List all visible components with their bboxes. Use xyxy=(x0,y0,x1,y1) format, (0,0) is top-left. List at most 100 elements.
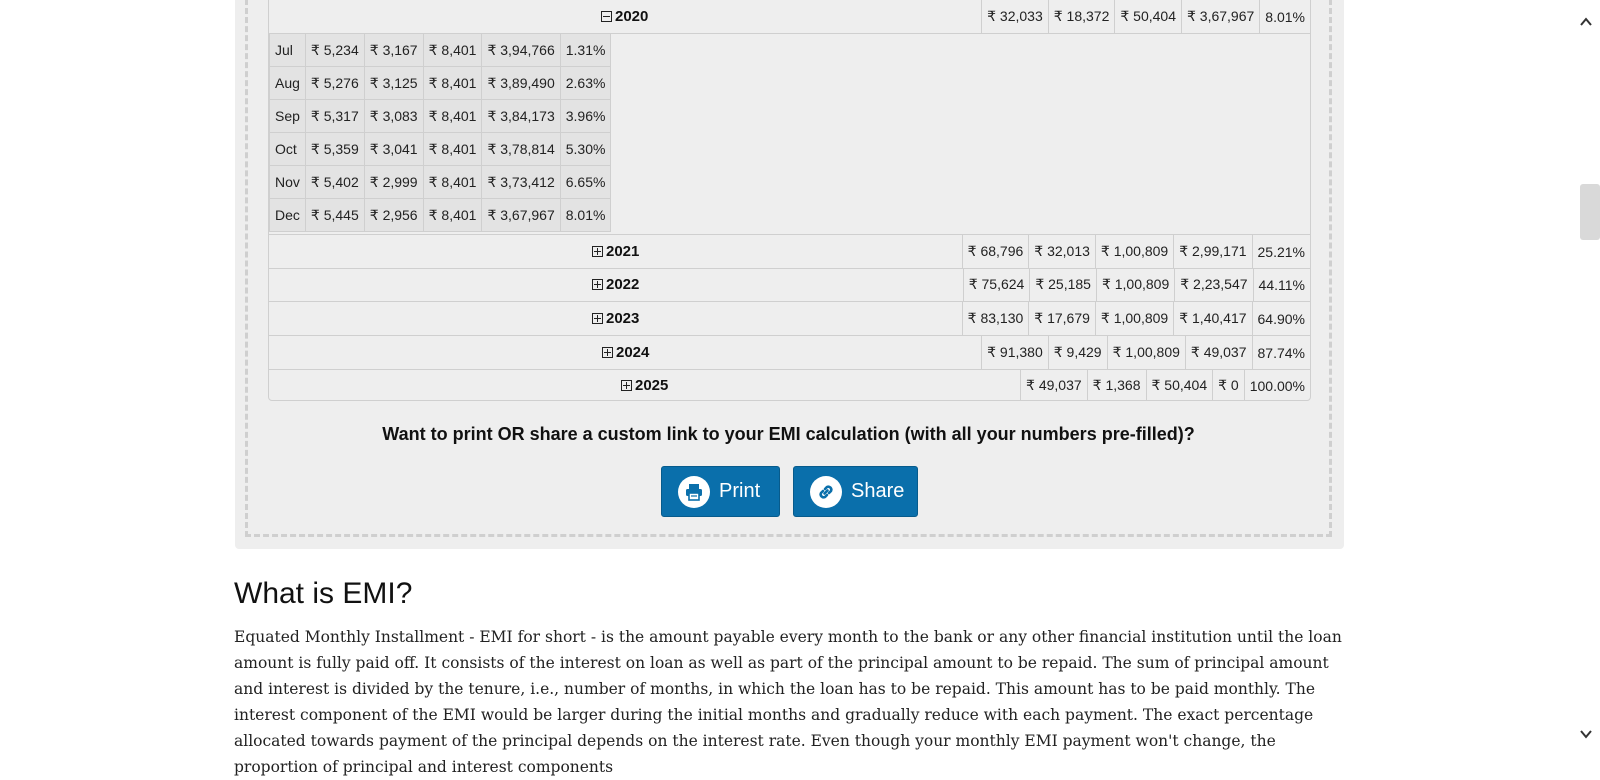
year-loan-paid: 87.74% xyxy=(1251,336,1310,369)
year-total-payment: ₹ 1,00,809 xyxy=(1094,302,1173,335)
year-loan-paid: 44.11% xyxy=(1252,268,1310,301)
month-principal: ₹ 5,402 xyxy=(304,165,365,199)
month-paid: 5.30% xyxy=(559,132,612,166)
month-paid: 1.31% xyxy=(559,33,612,67)
month-balance: ₹ 3,67,967 xyxy=(481,198,561,232)
year-row-2022: 2022 ₹ 75,624 ₹ 25,185 ₹ 1,00,809 ₹ 2,23… xyxy=(269,268,1310,302)
year-summary-cells: ₹ 68,796 ₹ 32,013 ₹ 1,00,809 ₹ 2,99,171 … xyxy=(961,235,1310,268)
expand-icon[interactable] xyxy=(592,313,603,324)
year-total-payment: ₹ 1,00,809 xyxy=(1095,268,1174,301)
year-total-payment: ₹ 1,00,809 xyxy=(1094,235,1173,268)
year-interest: ₹ 18,372 xyxy=(1047,0,1115,33)
year-total-payment: ₹ 50,404 xyxy=(1145,370,1213,401)
year-balance: ₹ 0 xyxy=(1212,370,1244,401)
month-interest: ₹ 3,125 xyxy=(363,66,424,100)
year-principal: ₹ 83,130 xyxy=(961,302,1029,335)
print-label: Print xyxy=(719,480,761,502)
table-row: Sep ₹ 5,317 ₹ 3,083 ₹ 8,401 ₹ 3,84,173 3… xyxy=(269,99,612,133)
month-balance: ₹ 3,73,412 xyxy=(481,165,561,199)
month-total: ₹ 8,401 xyxy=(422,165,483,199)
year-balance: ₹ 2,99,171 xyxy=(1173,235,1251,268)
share-prompt: Want to print OR share a custom link to … xyxy=(382,424,1195,444)
month-total: ₹ 8,401 xyxy=(422,99,483,133)
month-total: ₹ 8,401 xyxy=(422,33,483,67)
year-label: 2023 xyxy=(606,310,640,327)
expand-icon[interactable] xyxy=(602,347,613,358)
year-loan-paid: 100.00% xyxy=(1243,370,1310,401)
month-cell: Aug xyxy=(269,66,306,100)
year-label: 2022 xyxy=(606,276,640,293)
article-heading: What is EMI? xyxy=(234,577,413,610)
month-interest: ₹ 3,167 xyxy=(363,33,424,67)
vertical-scrollbar[interactable] xyxy=(1572,0,1600,754)
table-row: Jul ₹ 5,234 ₹ 3,167 ₹ 8,401 ₹ 3,94,766 1… xyxy=(269,33,612,67)
month-principal: ₹ 5,445 xyxy=(304,198,365,232)
month-cell: Nov xyxy=(269,165,306,199)
year-label: 2021 xyxy=(606,243,640,260)
month-balance: ₹ 3,78,814 xyxy=(481,132,561,166)
year-summary-cells: ₹ 91,380 ₹ 9,429 ₹ 1,00,809 ₹ 49,037 87.… xyxy=(981,336,1310,369)
monthly-breakdown-table: Jul ₹ 5,234 ₹ 3,167 ₹ 8,401 ₹ 3,94,766 1… xyxy=(269,33,612,232)
year-row-2025: 2025 ₹ 49,037 ₹ 1,368 ₹ 50,404 ₹ 0 100.0… xyxy=(269,370,1310,401)
expand-icon[interactable] xyxy=(592,246,603,257)
month-cell: Oct xyxy=(269,132,306,166)
month-principal: ₹ 5,234 xyxy=(304,33,365,67)
year-toggle-2023[interactable]: 2023 xyxy=(592,302,639,335)
year-balance: ₹ 49,037 xyxy=(1184,336,1252,369)
printer-icon xyxy=(678,475,710,508)
year-toggle-2025[interactable]: 2025 xyxy=(621,370,668,401)
year-balance: ₹ 2,23,547 xyxy=(1174,268,1252,301)
month-paid: 8.01% xyxy=(559,198,612,232)
year-interest: ₹ 32,013 xyxy=(1028,235,1095,268)
year-loan-paid: 25.21% xyxy=(1251,235,1310,268)
expand-icon[interactable] xyxy=(592,279,603,290)
month-balance: ₹ 3,84,173 xyxy=(481,99,561,133)
month-interest: ₹ 3,083 xyxy=(363,99,424,133)
scroll-up-icon[interactable] xyxy=(1579,14,1593,28)
year-toggle-2024[interactable]: 2024 xyxy=(602,336,649,369)
article-paragraph: Equated Monthly Installment - EMI for sh… xyxy=(234,628,1342,776)
table-row: Dec ₹ 5,445 ₹ 2,956 ₹ 8,401 ₹ 3,67,967 8… xyxy=(269,198,612,232)
month-interest: ₹ 2,956 xyxy=(363,198,424,232)
year-balance: ₹ 3,67,967 xyxy=(1181,0,1259,33)
year-interest: ₹ 9,429 xyxy=(1047,336,1107,369)
month-interest: ₹ 3,041 xyxy=(363,132,424,166)
month-cell: Sep xyxy=(269,99,306,133)
month-total: ₹ 8,401 xyxy=(422,66,483,100)
month-principal: ₹ 5,276 xyxy=(304,66,365,100)
year-row-2021: 2021 ₹ 68,796 ₹ 32,013 ₹ 1,00,809 ₹ 2,99… xyxy=(269,234,1310,269)
month-principal: ₹ 5,359 xyxy=(304,132,365,166)
month-paid: 6.65% xyxy=(559,165,612,199)
month-cell: Jul xyxy=(269,33,306,67)
year-total-payment: ₹ 50,404 xyxy=(1114,0,1181,33)
scroll-down-icon[interactable] xyxy=(1579,726,1593,740)
year-row-2023: 2023 ₹ 83,130 ₹ 17,679 ₹ 1,00,809 ₹ 1,40… xyxy=(269,302,1310,336)
year-loan-paid: 64.90% xyxy=(1251,302,1310,335)
year-loan-paid: 8.01% xyxy=(1259,0,1310,33)
year-interest: ₹ 25,185 xyxy=(1029,268,1096,301)
year-row-2020: 2020 ₹ 32,033 ₹ 18,372 ₹ 50,404 ₹ 3,67,9… xyxy=(269,0,1310,34)
expand-icon[interactable] xyxy=(621,380,632,391)
year-principal: ₹ 75,624 xyxy=(962,268,1030,301)
month-principal: ₹ 5,317 xyxy=(304,99,365,133)
year-principal: ₹ 49,037 xyxy=(1020,370,1087,401)
year-principal: ₹ 68,796 xyxy=(961,235,1029,268)
month-cell: Dec xyxy=(269,198,306,232)
month-total: ₹ 8,401 xyxy=(422,132,483,166)
year-label: 2020 xyxy=(615,8,649,25)
share-button[interactable]: Share xyxy=(793,466,918,517)
month-paid: 2.63% xyxy=(559,66,612,100)
collapse-icon[interactable] xyxy=(601,11,612,22)
year-summary-cells: ₹ 75,624 ₹ 25,185 ₹ 1,00,809 ₹ 2,23,547 … xyxy=(962,268,1310,301)
month-total: ₹ 8,401 xyxy=(422,198,483,232)
print-button[interactable]: Print xyxy=(661,466,780,517)
month-balance: ₹ 3,94,766 xyxy=(481,33,561,67)
year-total-payment: ₹ 1,00,809 xyxy=(1106,336,1185,369)
year-toggle-2022[interactable]: 2022 xyxy=(592,268,639,301)
year-toggle-2021[interactable]: 2021 xyxy=(592,235,639,268)
year-toggle-2020[interactable]: 2020 xyxy=(601,0,648,33)
year-interest: ₹ 17,679 xyxy=(1028,302,1095,335)
year-summary-cells: ₹ 83,130 ₹ 17,679 ₹ 1,00,809 ₹ 1,40,417 … xyxy=(961,302,1310,335)
scrollbar-thumb[interactable] xyxy=(1580,184,1600,240)
year-principal: ₹ 91,380 xyxy=(981,336,1048,369)
